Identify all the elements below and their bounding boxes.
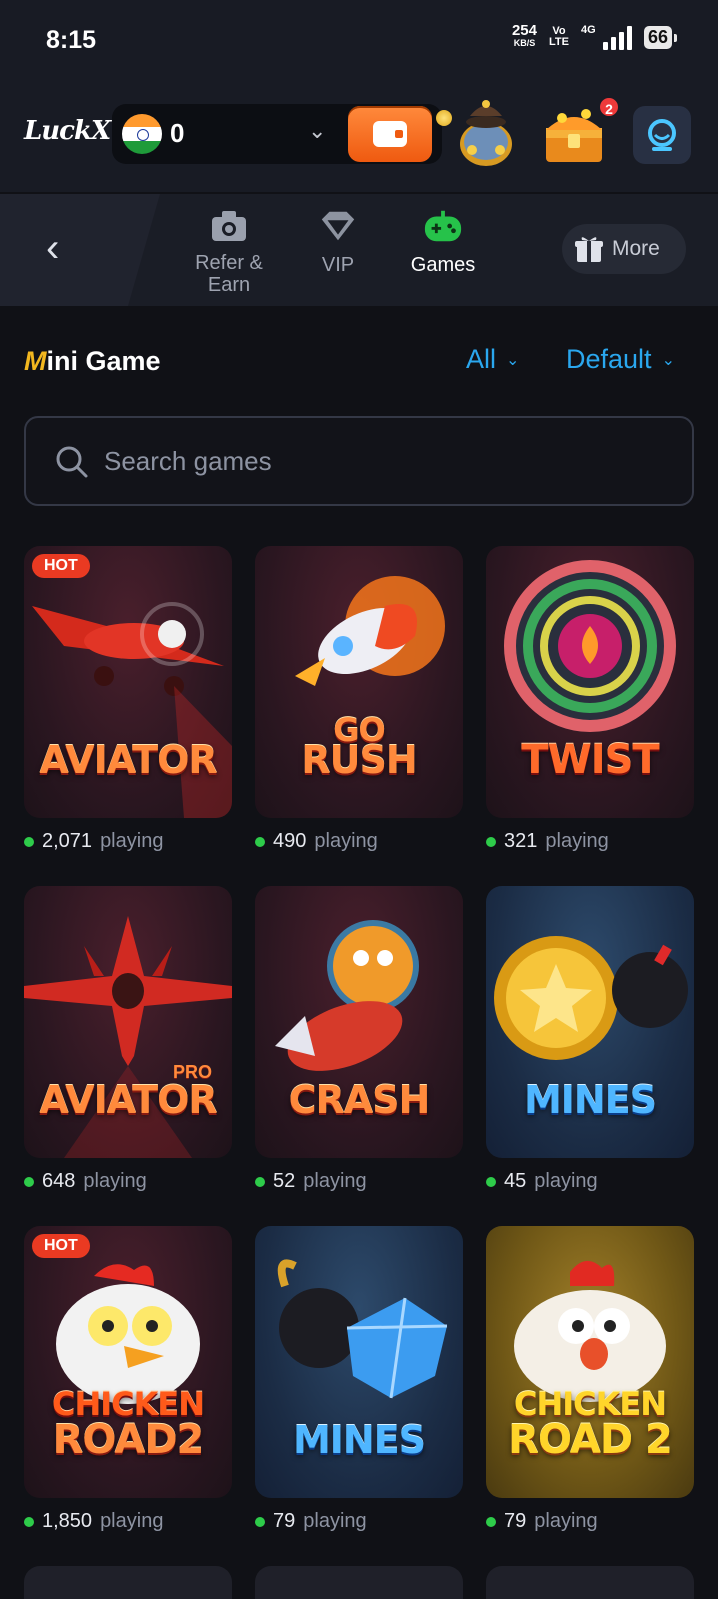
coin-icon [436, 110, 452, 126]
game-thumbnail[interactable]: PRO AVIATOR [24, 886, 232, 1158]
online-dot [255, 836, 265, 847]
game-thumbnail[interactable]: CHICKEN ROAD 2 [486, 1226, 694, 1498]
player-count: 45 playing [486, 1170, 694, 1193]
game-card-aviator[interactable]: HOT AVIATOR 2,071 playing [24, 546, 232, 853]
game-thumbnail[interactable]: HOT AVIATOR [24, 546, 232, 818]
search-icon [56, 446, 88, 478]
search-box[interactable] [24, 416, 694, 506]
status-icons: 254 KB/S Vo LTE 4G 66 [511, 22, 678, 50]
diamond-icon [318, 206, 358, 246]
luckx-logo[interactable]: LuckX [24, 116, 111, 146]
game-card-mines-2[interactable]: MINES 79 playing [255, 1226, 463, 1533]
game-card-chicken-road2[interactable]: HOT CHICKEN ROAD2 1,850 playing [24, 1226, 232, 1533]
search-input[interactable] [104, 440, 664, 482]
online-dot [24, 836, 34, 847]
app-header: LuckX 0 ⌄ 2 [0, 82, 718, 192]
online-dot [486, 836, 496, 847]
nav-games[interactable]: Games [398, 206, 488, 276]
nav-vip[interactable]: VIP [308, 206, 368, 276]
player-count: 490 playing [255, 830, 463, 853]
chevron-down-icon: ⌄ [661, 351, 675, 369]
chevron-down-icon: ⌄ [308, 118, 327, 143]
india-flag-icon [122, 114, 162, 154]
nav-refer-earn[interactable]: Refer & Earn [186, 206, 272, 296]
status-bar: 8:15 254 KB/S Vo LTE 4G 66 [0, 0, 718, 82]
support-button[interactable] [633, 106, 691, 164]
online-dot [24, 1516, 34, 1527]
game-thumbnail[interactable]: HOT CHICKEN ROAD2 [24, 1226, 232, 1498]
game-thumbnail[interactable]: TWIST [486, 546, 694, 818]
game-thumbnail[interactable]: MINES [486, 886, 694, 1158]
network-speed: 254 KB/S [511, 22, 537, 48]
game-card-go-rush[interactable]: GO RUSH 490 playing [255, 546, 463, 853]
section-title: Mini Game [24, 346, 161, 376]
battery-icon: 66 [643, 25, 678, 49]
customer-service-icon [648, 119, 676, 151]
player-count: 52 playing [255, 1170, 463, 1193]
game-card-aviator-pro[interactable]: PRO AVIATOR 648 playing [24, 886, 232, 1193]
sort-filter[interactable]: Default ⌄ [566, 344, 675, 375]
player-count: 79 playing [255, 1510, 463, 1533]
game-thumbnail[interactable]: CRASH [255, 886, 463, 1158]
game-card-partial[interactable] [486, 1566, 694, 1599]
hot-badge: HOT [32, 554, 90, 578]
game-card-twist[interactable]: TWIST 321 playing [486, 546, 694, 853]
chevron-down-icon: ⌄ [506, 351, 520, 369]
status-time: 8:15 [46, 26, 97, 54]
gamepad-icon [423, 206, 463, 246]
game-thumbnail[interactable]: MINES [255, 1226, 463, 1498]
wallet-button[interactable] [348, 106, 432, 162]
notification-badge: 2 [598, 96, 620, 118]
player-count: 79 playing [486, 1510, 694, 1533]
game-thumbnail[interactable]: GO RUSH [255, 546, 463, 818]
game-card-mines[interactable]: MINES 45 playing [486, 886, 694, 1193]
game-card-chicken-road-2[interactable]: CHICKEN ROAD 2 79 playing [486, 1226, 694, 1533]
treasure-pot-icon[interactable] [456, 92, 516, 170]
game-card-partial[interactable] [24, 1566, 232, 1599]
player-count: 648 playing [24, 1170, 232, 1193]
camera-gift-icon [209, 206, 249, 246]
online-dot [24, 1176, 34, 1187]
online-dot [255, 1516, 265, 1527]
wallet-icon [373, 121, 407, 147]
top-nav: ‹ Refer & Earn VIP Games More [0, 194, 718, 306]
hot-badge: HOT [32, 1234, 90, 1258]
balance-value: 0 [170, 118, 185, 148]
back-button[interactable]: ‹ [46, 228, 59, 268]
category-filter[interactable]: All ⌄ [466, 344, 519, 375]
online-dot [486, 1176, 496, 1187]
signal-icon: 4G [581, 24, 632, 50]
online-dot [255, 1176, 265, 1187]
player-count: 321 playing [486, 830, 694, 853]
game-card-crash[interactable]: CRASH 52 playing [255, 886, 463, 1193]
online-dot [486, 1516, 496, 1527]
player-count: 1,850 playing [24, 1510, 232, 1533]
gift-icon [575, 237, 603, 262]
player-count: 2,071 playing [24, 830, 232, 853]
game-card-partial[interactable] [255, 1566, 463, 1599]
more-button[interactable]: More [562, 224, 686, 274]
volte-indicator: Vo LTE [549, 25, 569, 48]
